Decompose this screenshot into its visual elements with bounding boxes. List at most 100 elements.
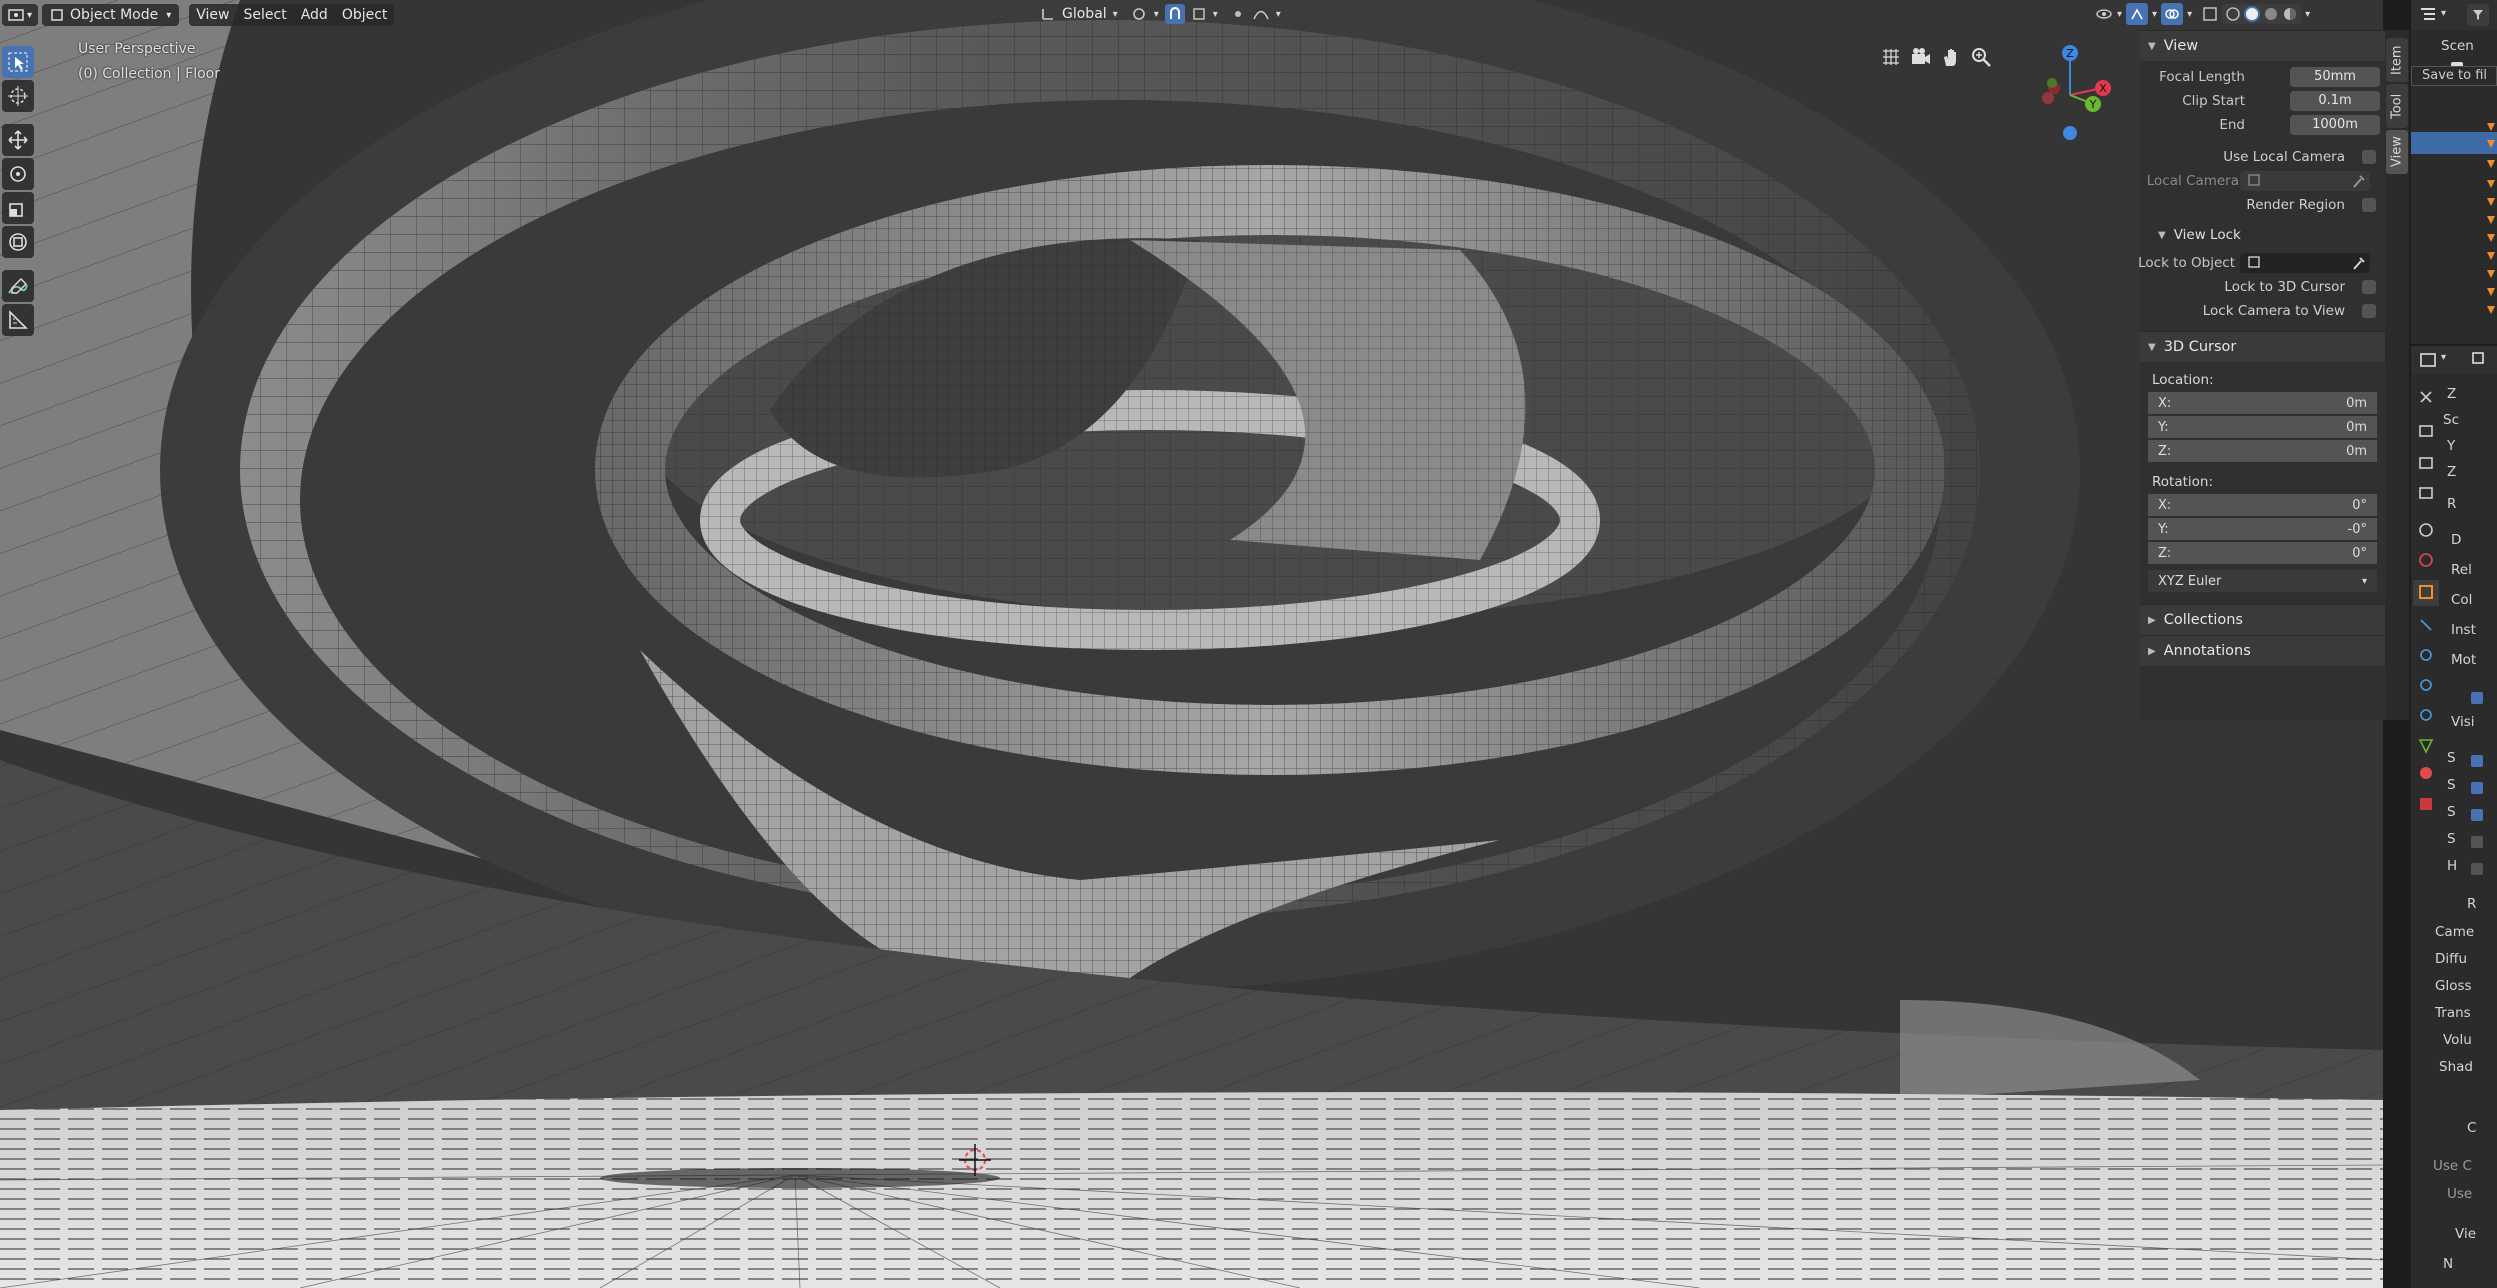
lock-camera-checkbox[interactable] — [2362, 304, 2376, 318]
snap-icon[interactable] — [1164, 4, 1185, 24]
cursor-rot-x[interactable]: X: 0° — [2140, 494, 2385, 518]
cursor-rot-z[interactable]: Z: 0° — [2140, 542, 2385, 566]
gizmo-neg-x2-dot[interactable] — [2042, 92, 2054, 104]
move-tool[interactable] — [2, 124, 34, 156]
select-box-tool[interactable] — [2, 46, 34, 78]
proportional-edit-icon[interactable] — [1230, 6, 1246, 22]
prop-fragment[interactable]: Visi — [2451, 714, 2474, 730]
menu-view[interactable]: View — [189, 4, 236, 26]
prop-fragment[interactable]: R — [2467, 896, 2476, 912]
grid-view-icon[interactable] — [1880, 46, 1902, 68]
output-tab-icon — [2419, 457, 2433, 469]
collections-panel-header[interactable]: ▶ Collections — [2140, 604, 2385, 635]
rendered-shading-icon[interactable] — [2282, 6, 2298, 22]
xray-icon[interactable] — [2202, 6, 2218, 22]
measure-tool[interactable] — [2, 304, 34, 336]
pivot-icon[interactable] — [1130, 6, 1148, 22]
prop-fragment[interactable]: C — [2467, 1120, 2476, 1136]
prop-fragment[interactable]: Mot — [2451, 652, 2476, 668]
view-panel-title: View — [2163, 38, 2199, 54]
lock-camera-row: Lock Camera to View — [2140, 299, 2385, 323]
constraints-tab-icon — [2420, 709, 2432, 721]
motion-blur-checkbox[interactable] — [2471, 692, 2483, 704]
rotation-mode-dropdown[interactable]: XYZ Euler ▾ — [2140, 570, 2385, 594]
cursor-loc-x[interactable]: X: 0m — [2140, 392, 2385, 416]
mode-dropdown[interactable]: Object Mode ▾ — [42, 4, 180, 26]
filter-icon[interactable] — [2467, 4, 2489, 26]
3d-viewport[interactable]: ▾ Object Mode ▾ View Select Add Object G… — [0, 0, 2383, 1288]
properties-editor-icon[interactable] — [2419, 352, 2437, 368]
menu-select[interactable]: Select — [237, 4, 294, 26]
cursor-loc-z[interactable]: Z: 0m — [2140, 440, 2385, 464]
snap-target-icon[interactable] — [1191, 6, 1207, 22]
gizmo-neg-y-dot[interactable] — [2047, 78, 2057, 88]
solid-shading-icon[interactable] — [2244, 6, 2261, 22]
menu-add[interactable]: Add — [294, 4, 335, 26]
gizmo-neg-z-dot[interactable] — [2063, 126, 2077, 140]
visibility-checkbox-2[interactable] — [2471, 782, 2483, 794]
visibility-checkbox-3[interactable] — [2471, 809, 2483, 821]
render-region-row: Render Region — [2140, 193, 2385, 217]
annotate-tool[interactable] — [2, 270, 34, 302]
orientation-label[interactable]: Global — [1062, 6, 1107, 22]
eyedropper-icon[interactable] — [2352, 255, 2366, 271]
prop-fragment[interactable]: Rel — [2451, 562, 2472, 578]
prop-fragment[interactable]: Col — [2451, 592, 2472, 608]
prop-fragment[interactable]: Inst — [2451, 622, 2476, 638]
tab-item[interactable]: Item — [2386, 38, 2408, 82]
transform-tool[interactable] — [2, 226, 34, 258]
cursor-rot-y[interactable]: Y: -0° — [2140, 518, 2385, 542]
local-camera-label: Local Camera — [2146, 173, 2239, 189]
cursor-panel-header[interactable]: ▼ 3D Cursor — [2140, 331, 2385, 362]
location-heading: Location: — [2140, 368, 2385, 392]
prop-fragment: H — [2447, 858, 2458, 874]
material-shading-icon[interactable] — [2263, 6, 2279, 22]
use-local-camera-checkbox[interactable] — [2362, 150, 2376, 164]
wireframe-shading-icon[interactable] — [2225, 6, 2241, 22]
cursor-loc-y[interactable]: Y: 0m — [2140, 416, 2385, 440]
falloff-icon[interactable] — [1252, 6, 1270, 22]
eyedropper-icon[interactable] — [2352, 173, 2366, 189]
clip-start-field[interactable]: 0.1m — [2290, 91, 2380, 111]
property-tab-icons[interactable] — [2413, 380, 2439, 900]
scene-collection-label[interactable]: Scen — [2441, 38, 2474, 54]
menu-object[interactable]: Object — [335, 4, 395, 26]
lock-to-object-field[interactable] — [2240, 253, 2370, 273]
view-lock-subheader[interactable]: ▼ View Lock — [2140, 223, 2385, 247]
annotations-panel-header[interactable]: ▶ Annotations — [2140, 635, 2385, 666]
visibility-checkbox-1[interactable] — [2471, 755, 2483, 767]
gizmo-toggle-icon[interactable] — [2126, 3, 2149, 25]
view-lock-title: View Lock — [2173, 227, 2241, 243]
ruler-icon — [7, 309, 29, 331]
physics-tab-icon — [2420, 679, 2432, 691]
tab-view[interactable]: View — [2386, 130, 2408, 174]
render-region-checkbox[interactable] — [2362, 198, 2376, 212]
cursor-tool[interactable] — [2, 80, 34, 112]
pan-hand-icon[interactable] — [1940, 46, 1962, 68]
scale-tool[interactable] — [2, 192, 34, 224]
prop-fragment: Use — [2447, 1186, 2473, 1202]
outliner-editor-icon[interactable] — [2419, 6, 2437, 22]
viewport-scene[interactable] — [0, 0, 2383, 1288]
tab-tool[interactable]: Tool — [2386, 84, 2408, 128]
axis-gizmo[interactable]: Z X Y — [2015, 38, 2125, 148]
zoom-icon[interactable] — [1970, 46, 1992, 68]
view-panel-header[interactable]: ▼ View — [2140, 30, 2385, 61]
visibility-icon[interactable] — [2095, 6, 2113, 22]
local-camera-field[interactable] — [2240, 171, 2370, 191]
clip-end-field[interactable]: 1000m — [2290, 115, 2380, 135]
annotations-panel-title: Annotations — [2163, 643, 2251, 659]
lock-to-cursor-checkbox[interactable] — [2362, 280, 2376, 294]
prop-fragment[interactable]: D — [2451, 532, 2461, 548]
visibility-checkbox-5[interactable] — [2471, 863, 2483, 875]
orientation-icon — [1040, 6, 1056, 22]
prop-fragment[interactable]: Vie — [2455, 1226, 2476, 1242]
visibility-checkbox-4[interactable] — [2471, 836, 2483, 848]
rotate-tool[interactable] — [2, 158, 34, 190]
scene-tab-icon — [2419, 523, 2433, 537]
camera-view-icon[interactable] — [1910, 46, 1932, 68]
collection-label: (0) Collection | Floor — [78, 66, 220, 82]
overlays-icon[interactable] — [2161, 3, 2184, 25]
editor-type-button[interactable]: ▾ — [2, 4, 39, 26]
focal-length-field[interactable]: 50mm — [2290, 67, 2380, 87]
